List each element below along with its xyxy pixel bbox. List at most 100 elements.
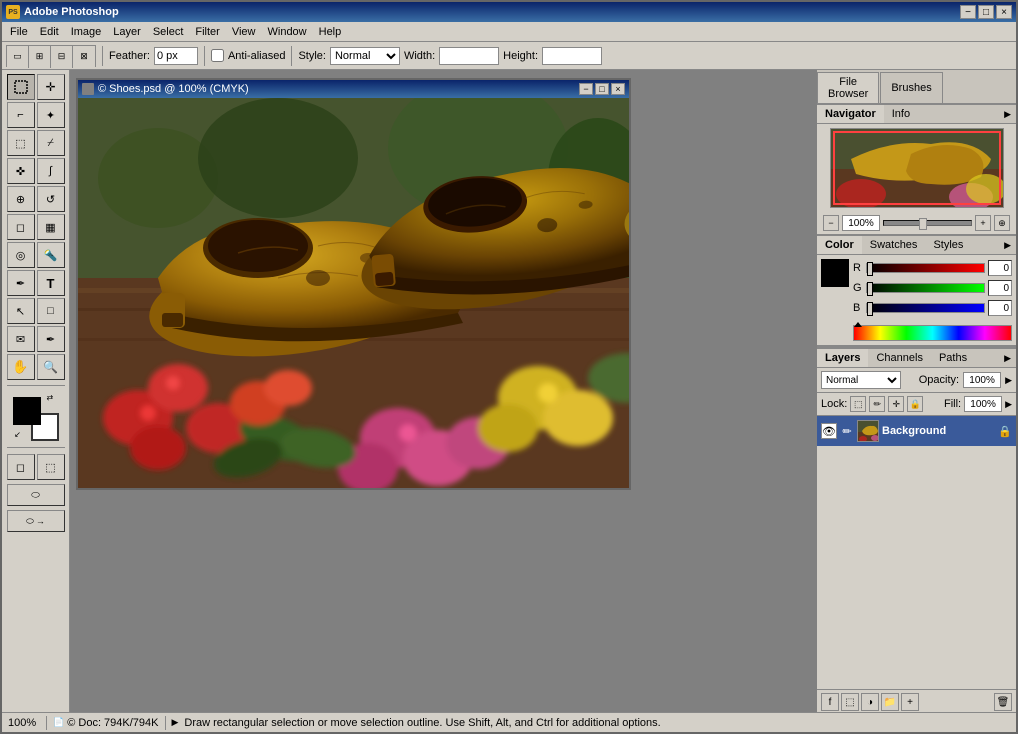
healing-brush-tool[interactable]: ✜ (7, 158, 35, 184)
eraser-tool[interactable]: ◻ (7, 214, 35, 240)
history-brush-tool[interactable]: ↺ (37, 186, 65, 212)
image-ready-row: ⬭→ (7, 510, 65, 532)
new-selection-btn[interactable]: ▭ (7, 46, 29, 68)
menu-window[interactable]: Window (262, 24, 313, 40)
lock-transparency-btn[interactable]: ⬚ (850, 396, 866, 412)
navigator-tab[interactable]: Navigator (817, 105, 884, 123)
b-value-input[interactable] (988, 300, 1012, 316)
foreground-color[interactable] (13, 397, 41, 425)
lasso-tool[interactable]: ⌐ (7, 102, 35, 128)
height-input[interactable] (542, 47, 602, 65)
layers-panel-arrow[interactable]: ▶ (999, 350, 1016, 367)
type-tool[interactable]: T (37, 270, 65, 296)
b-label: B (853, 302, 863, 314)
minimize-btn[interactable]: − (960, 5, 976, 19)
fill-arrow[interactable]: ▶ (1005, 399, 1012, 410)
g-slider-track[interactable] (866, 283, 985, 293)
gradient-tool[interactable]: ▦ (37, 214, 65, 240)
zoom-slider-track[interactable] (883, 220, 972, 226)
menu-filter[interactable]: Filter (189, 24, 225, 40)
width-input[interactable] (439, 47, 499, 65)
opacity-input[interactable] (963, 372, 1001, 388)
path-selection-tool[interactable]: ↖ (7, 298, 35, 324)
color-panel-arrow[interactable]: ▶ (999, 237, 1016, 254)
lock-all-btn[interactable]: 🔒 (907, 396, 923, 412)
brushes-tab[interactable]: Brushes (880, 72, 942, 103)
info-tab[interactable]: Info (884, 105, 918, 123)
color-spectrum[interactable] (853, 325, 1012, 341)
status-play-icon[interactable]: ▶ (172, 717, 179, 728)
new-group-btn[interactable]: 📁 (881, 693, 899, 711)
menu-help[interactable]: Help (313, 24, 348, 40)
move-tool[interactable]: ✛ (37, 74, 65, 100)
lock-pixels-btn[interactable]: ✏ (869, 396, 885, 412)
layer-visibility-icon[interactable]: 👁 (821, 423, 837, 439)
background-layer-row[interactable]: 👁 ✏ Background 🔒 (817, 416, 1016, 446)
r-value-input[interactable] (988, 260, 1012, 276)
close-btn[interactable]: × (996, 5, 1012, 19)
maximize-btn[interactable]: □ (978, 5, 994, 19)
eyedropper-tool[interactable]: ✒ (37, 326, 65, 352)
notes-tool[interactable]: ✉ (7, 326, 35, 352)
paths-tab[interactable]: Paths (931, 349, 975, 367)
status-doc-icon[interactable]: 📄 (53, 717, 64, 728)
add-adjustment-btn[interactable]: ◑ (861, 693, 879, 711)
add-mask-btn[interactable]: ⬚ (841, 693, 859, 711)
fill-input[interactable] (964, 396, 1002, 412)
lock-position-btn[interactable]: ✛ (888, 396, 904, 412)
r-slider-track[interactable] (866, 263, 985, 273)
doc-close-btn[interactable]: × (611, 83, 625, 95)
intersect-selection-btn[interactable]: ⊠ (73, 46, 95, 68)
brush-tool[interactable]: ∫ (37, 158, 65, 184)
doc-restore-btn[interactable]: □ (595, 83, 609, 95)
shape-tool[interactable]: □ (37, 298, 65, 324)
zoom-in-btn[interactable]: + (975, 215, 991, 231)
magic-wand-tool[interactable]: ✦ (37, 102, 65, 128)
new-layer-btn[interactable]: + (901, 693, 919, 711)
clone-stamp-tool[interactable]: ⊕ (7, 186, 35, 212)
jump-to-btn[interactable]: ⬭→ (7, 510, 65, 532)
hand-tool[interactable]: ✋ (7, 354, 35, 380)
zoom-out-btn[interactable]: − (823, 215, 839, 231)
fg-color-swatch[interactable] (821, 259, 849, 287)
opacity-arrow[interactable]: ▶ (1005, 375, 1012, 386)
zoom-max-btn[interactable]: ⊕ (994, 215, 1010, 231)
add-style-btn[interactable]: f (821, 693, 839, 711)
switch-colors-btn[interactable]: ⇄ (47, 393, 61, 407)
zoom-value-input[interactable] (842, 215, 880, 231)
crop-tool[interactable]: ⬚ (7, 130, 35, 156)
anti-aliased-checkbox[interactable] (211, 49, 224, 62)
slice-tool[interactable]: ⌿ (37, 130, 65, 156)
quickmask-mode-btn[interactable]: ⬚ (37, 454, 65, 480)
dodge-tool[interactable]: 🔦 (37, 242, 65, 268)
file-browser-tab[interactable]: File Browser (817, 72, 879, 103)
blend-mode-select[interactable]: Normal (821, 371, 901, 389)
channels-tab[interactable]: Channels (868, 349, 930, 367)
navigator-arrow[interactable]: ▶ (999, 106, 1016, 123)
default-colors-btn[interactable]: ↙ (11, 427, 25, 441)
menu-image[interactable]: Image (65, 24, 108, 40)
styles-tab[interactable]: Styles (925, 236, 971, 254)
standard-mode-btn[interactable]: ◻ (7, 454, 35, 480)
add-selection-btn[interactable]: ⊞ (29, 46, 51, 68)
style-select[interactable]: Normal (330, 47, 400, 65)
menu-view[interactable]: View (226, 24, 262, 40)
subtract-selection-btn[interactable]: ⊟ (51, 46, 73, 68)
menu-layer[interactable]: Layer (107, 24, 147, 40)
pen-tool[interactable]: ✒ (7, 270, 35, 296)
menu-file[interactable]: File (4, 24, 34, 40)
rectangular-marquee-tool[interactable] (7, 74, 35, 100)
blur-tool[interactable]: ◎ (7, 242, 35, 268)
delete-layer-btn[interactable]: 🗑 (994, 693, 1012, 711)
color-tab[interactable]: Color (817, 236, 862, 254)
swatches-tab[interactable]: Swatches (862, 236, 926, 254)
g-value-input[interactable] (988, 280, 1012, 296)
layers-tab[interactable]: Layers (817, 349, 868, 367)
feather-input[interactable] (154, 47, 198, 65)
screen-mode-btn[interactable]: ⬭ (7, 484, 65, 506)
doc-minimize-btn[interactable]: − (579, 83, 593, 95)
b-slider-track[interactable] (866, 303, 985, 313)
menu-edit[interactable]: Edit (34, 24, 65, 40)
menu-select[interactable]: Select (147, 24, 190, 40)
zoom-tool[interactable]: 🔍 (37, 354, 65, 380)
